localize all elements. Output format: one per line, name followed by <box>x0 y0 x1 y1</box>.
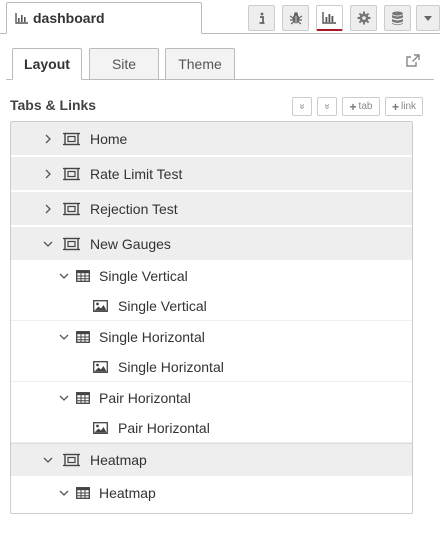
dashboard-tab[interactable]: dashboard <box>6 2 202 34</box>
add-tab-label: tab <box>358 101 373 112</box>
tree-group-pair-horizontal[interactable]: Pair Horizontal <box>11 383 412 413</box>
tree-group-label: Single Vertical <box>99 268 188 284</box>
image-icon <box>93 421 108 434</box>
tree-group-label: Single Horizontal <box>99 329 205 345</box>
chevron-down-icon[interactable] <box>42 238 54 250</box>
tab-layout[interactable]: Layout <box>12 48 82 80</box>
chevron-right-icon[interactable] <box>42 133 54 145</box>
double-chevron-down-icon: » <box>321 103 333 110</box>
tree-widget-label: Pair Horizontal <box>118 419 210 436</box>
image-icon <box>93 299 108 312</box>
chevron-down-icon[interactable] <box>58 331 70 343</box>
bar-chart-icon <box>15 13 28 24</box>
settings-button[interactable] <box>350 5 377 31</box>
bug-icon <box>289 12 302 25</box>
dashboard-subtabs: Layout Site Theme <box>0 46 440 80</box>
tree-tab-heatmap[interactable]: Heatmap <box>11 443 412 477</box>
chevron-right-icon[interactable] <box>42 203 54 215</box>
tree-widget-single-horizontal[interactable]: Single Horizontal <box>11 352 412 382</box>
tree-group-label: Pair Horizontal <box>99 390 191 406</box>
tree-widget-label: Single Vertical <box>118 297 207 314</box>
tab-frame-icon <box>63 237 80 251</box>
tree-group-heatmap[interactable]: Heatmap <box>11 478 412 508</box>
section-title: Tabs & Links <box>10 97 97 113</box>
tree-tab-label: Rejection Test <box>90 200 178 217</box>
add-tab-button[interactable]: + tab <box>342 97 380 116</box>
info-button[interactable] <box>248 5 275 31</box>
tab-theme[interactable]: Theme <box>165 48 235 80</box>
add-link-button[interactable]: + link <box>385 97 423 116</box>
dashboard-button[interactable] <box>316 5 343 31</box>
database-icon <box>392 11 403 25</box>
context-data-button[interactable] <box>384 5 411 31</box>
chevron-down-icon[interactable] <box>58 487 70 499</box>
tree-tab-label: New Gauges <box>90 235 171 252</box>
tree-tab-new-gauges[interactable]: New Gauges <box>11 227 412 261</box>
header-bar: dashboard <box>0 0 440 40</box>
tree-group-single-horizontal[interactable]: Single Horizontal <box>11 322 412 352</box>
sidebar-menu-dropdown[interactable] <box>416 5 440 31</box>
image-icon <box>93 360 108 373</box>
tree-tab-rate-limit-test[interactable]: Rate Limit Test <box>11 157 412 191</box>
info-icon <box>259 12 264 24</box>
caret-down-icon <box>424 15 432 21</box>
tree-tab-home[interactable]: Home <box>11 122 412 156</box>
tree-widget-label: Single Horizontal <box>118 358 224 375</box>
chevron-right-icon[interactable] <box>42 168 54 180</box>
tree-tab-label: Home <box>90 130 128 147</box>
dashboard-tab-label: dashboard <box>33 10 105 26</box>
tab-frame-icon <box>63 132 80 146</box>
tabs-links-tree: Home Rate Limit Test Rejection Test New … <box>10 121 413 514</box>
chevron-down-icon[interactable] <box>42 454 54 466</box>
tab-frame-icon <box>63 453 80 467</box>
open-dashboard-link[interactable] <box>406 54 420 72</box>
tree-tab-label: Heatmap <box>90 452 147 468</box>
collapse-all-button[interactable]: « <box>292 97 312 116</box>
chevron-down-icon[interactable] <box>58 270 70 282</box>
tab-site[interactable]: Site <box>89 48 159 80</box>
table-icon <box>76 270 90 282</box>
table-icon <box>76 487 90 499</box>
table-icon <box>76 331 90 343</box>
plus-icon: + <box>349 99 357 114</box>
double-chevron-up-icon: « <box>296 103 308 110</box>
debug-button[interactable] <box>282 5 309 31</box>
tree-widget-pair-horizontal[interactable]: Pair Horizontal <box>11 413 412 443</box>
tree-widget-single-vertical[interactable]: Single Vertical <box>11 291 412 321</box>
chevron-down-icon[interactable] <box>58 392 70 404</box>
tab-frame-icon <box>63 167 80 181</box>
tab-frame-icon <box>63 202 80 216</box>
expand-all-button[interactable]: » <box>317 97 337 116</box>
tree-group-label: Heatmap <box>99 485 156 501</box>
add-link-label: link <box>401 101 417 112</box>
tree-group-single-vertical[interactable]: Single Vertical <box>11 261 412 291</box>
plus-icon: + <box>391 99 399 114</box>
external-link-icon <box>406 54 420 67</box>
gear-icon <box>357 11 370 25</box>
tree-tab-label: Rate Limit Test <box>90 165 183 182</box>
table-icon <box>76 392 90 404</box>
tree-tab-rejection-test[interactable]: Rejection Test <box>11 192 412 226</box>
bar-chart-icon <box>322 12 336 24</box>
